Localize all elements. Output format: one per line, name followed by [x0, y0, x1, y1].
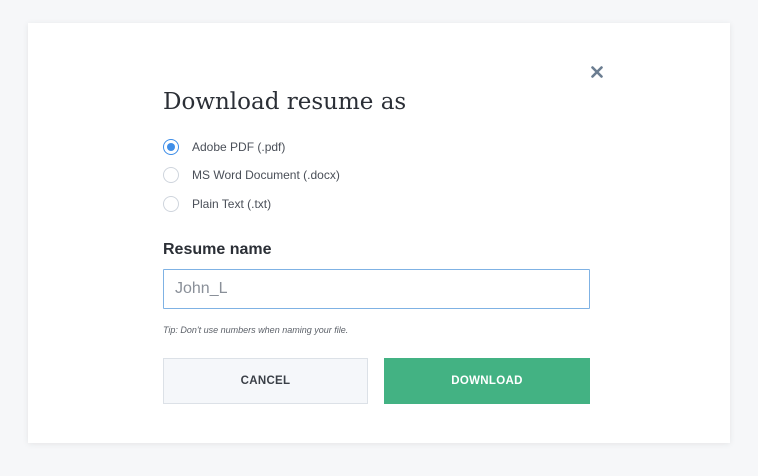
cancel-button[interactable]: CANCEL: [163, 358, 368, 404]
format-option-pdf[interactable]: Adobe PDF (.pdf): [163, 137, 340, 156]
download-button[interactable]: DOWNLOAD: [384, 358, 590, 404]
dialog-title: Download resume as: [163, 89, 407, 115]
format-option-txt[interactable]: Plain Text (.txt): [163, 194, 340, 213]
format-option-label: Plain Text (.txt): [192, 196, 272, 211]
format-option-label: Adobe PDF (.pdf): [192, 139, 286, 154]
radio-button-txt[interactable]: [163, 195, 179, 212]
resume-name-input[interactable]: [163, 269, 590, 309]
close-button[interactable]: [588, 63, 606, 81]
naming-tip: Tip: Don't use numbers when naming your …: [163, 325, 349, 335]
resume-name-label: Resume name: [163, 241, 272, 258]
format-option-docx[interactable]: MS Word Document (.docx): [163, 166, 340, 185]
radio-button-pdf[interactable]: [163, 138, 179, 155]
format-option-label: MS Word Document (.docx): [192, 168, 340, 182]
close-icon: [591, 66, 603, 78]
radio-button-docx[interactable]: [163, 167, 179, 183]
download-dialog: Download resume as Adobe PDF (.pdf) MS W…: [28, 23, 730, 443]
format-radio-group: Adobe PDF (.pdf) MS Word Document (.docx…: [163, 137, 340, 223]
